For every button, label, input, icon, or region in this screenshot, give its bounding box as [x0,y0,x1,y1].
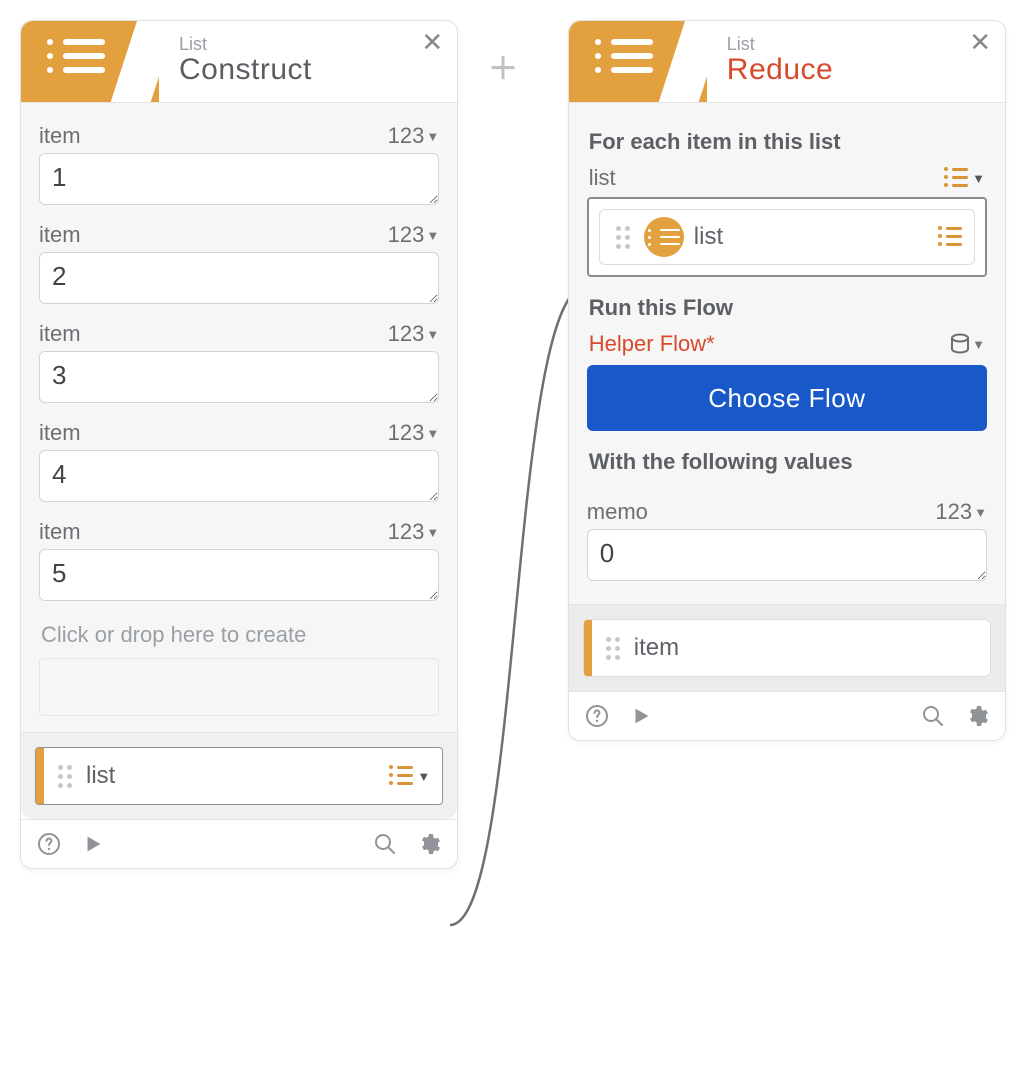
gear-icon[interactable] [963,702,991,730]
field-item-1: item 123▼ [39,123,439,210]
play-icon[interactable] [79,830,107,858]
add-step-button[interactable]: ＋ [488,44,518,88]
play-icon[interactable] [627,702,655,730]
drag-handle-icon[interactable] [610,226,636,249]
list-type-icon [938,227,962,247]
card-title: Construct [179,53,312,87]
search-icon[interactable] [371,830,399,858]
list-field-label: list [589,165,616,191]
item-input-3[interactable] [39,351,439,403]
memo-input[interactable] [587,529,987,581]
list-drop-zone[interactable]: list [587,197,987,277]
card-reduce: List Reduce ✕ For each item in this list… [568,20,1006,741]
list-icon [595,39,653,83]
close-icon[interactable]: ✕ [969,29,991,55]
output-label: item [634,634,978,662]
type-selector[interactable]: 123▼ [388,321,440,347]
card-title: Reduce [727,53,833,87]
section-heading-flow: Run this Flow [589,295,985,321]
search-icon[interactable] [919,702,947,730]
field-item-4: item 123▼ [39,420,439,507]
field-label: item [39,420,81,446]
drag-handle-icon[interactable] [52,765,78,788]
card-category: List [179,35,312,53]
field-item-3: item 123▼ [39,321,439,408]
header-accent [569,21,707,102]
field-item-2: item 123▼ [39,222,439,309]
section-heading-foreach: For each item in this list [589,129,985,155]
card-footer [21,819,457,868]
output-list-pill[interactable]: list ▼ [35,747,443,805]
drop-hint: Click or drop here to create [39,618,439,658]
gear-icon[interactable] [415,830,443,858]
drop-target[interactable] [39,658,439,716]
memo-type-selector[interactable]: 123▼ [935,499,987,525]
flow-options-icon[interactable]: ▼ [950,333,985,355]
field-label: item [39,123,81,149]
output-label: list [86,762,389,790]
type-selector[interactable]: 123▼ [388,123,440,149]
memo-label: memo [587,499,648,525]
card-category: List [727,35,833,53]
output-type-selector[interactable]: ▼ [389,766,430,786]
field-label: item [39,222,81,248]
type-selector[interactable]: 123▼ [388,519,440,545]
choose-flow-button[interactable]: Choose Flow [587,365,987,431]
item-input-1[interactable] [39,153,439,205]
field-label: item [39,321,81,347]
section-heading-values: With the following values [589,449,985,475]
item-input-4[interactable] [39,450,439,502]
card-footer [569,691,1005,740]
list-icon [644,217,684,257]
item-input-2[interactable] [39,252,439,304]
list-icon [47,39,105,83]
close-icon[interactable]: ✕ [421,29,443,55]
type-selector[interactable]: 123▼ [388,222,440,248]
help-icon[interactable] [583,702,611,730]
output-item-pill[interactable]: item [583,619,991,677]
list-type-selector[interactable]: ▼ [944,168,985,188]
type-selector[interactable]: 123▼ [388,420,440,446]
drag-handle-icon[interactable] [600,637,626,660]
card-construct: List Construct ✕ item 123▼ item 123▼ [20,20,458,869]
field-label: item [39,519,81,545]
list-input-pill[interactable]: list [599,209,975,265]
card-header: List Reduce ✕ [569,21,1005,103]
help-icon[interactable] [35,830,63,858]
input-pill-label: list [694,223,938,251]
card-header: List Construct ✕ [21,21,457,103]
field-item-5: item 123▼ [39,519,439,606]
header-accent [21,21,159,102]
item-input-5[interactable] [39,549,439,601]
helper-flow-label: Helper Flow* [589,331,715,357]
